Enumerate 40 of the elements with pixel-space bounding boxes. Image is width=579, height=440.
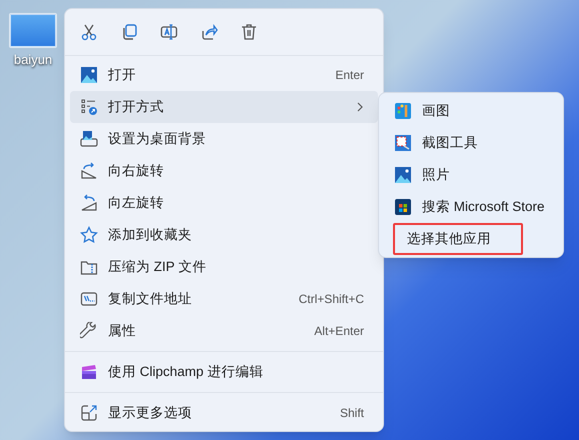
share-icon (200, 23, 218, 41)
menu-item[interactable]: 打开 Enter (70, 59, 378, 91)
submenu-item[interactable]: 搜索 Microsoft Store (384, 191, 558, 223)
menu-item[interactable]: 向右旋转 (70, 155, 378, 187)
submenu-item[interactable]: 截图工具 (384, 127, 558, 159)
menu-item[interactable]: 向左旋转 (70, 187, 378, 219)
rotate-left-icon (80, 194, 98, 212)
shortcut-text: Enter (335, 67, 364, 84)
expand-icon (80, 404, 98, 422)
submenu-item[interactable]: 照片 (384, 159, 558, 191)
submenu-item[interactable]: 选择其他应用 (393, 223, 523, 255)
picture-icon (80, 66, 98, 84)
palette-icon (394, 102, 412, 120)
wallpaper-icon (80, 130, 98, 148)
store-bag-icon (394, 198, 412, 216)
shortcut-text: Ctrl+Shift+C (298, 291, 364, 308)
menu-item[interactable]: 属性 Alt+Enter (70, 315, 378, 347)
snipping-icon (394, 134, 412, 152)
menu-item[interactable]: 显示更多选项 Shift (70, 397, 378, 429)
shortcut-text: Shift (340, 405, 364, 422)
menu-item[interactable]: 使用 Clipchamp 进行编辑 (70, 356, 378, 388)
scissors-icon (80, 23, 98, 41)
trash-icon (240, 23, 258, 41)
app-list-icon (80, 98, 98, 116)
menu-item[interactable]: 压缩为 ZIP 文件 (70, 251, 378, 283)
rotate-right-icon (80, 162, 98, 180)
menu-item[interactable]: 复制文件地址 Ctrl+Shift+C (70, 283, 378, 315)
clapperboard-icon (80, 363, 98, 381)
rename-icon (160, 23, 178, 41)
wrench-icon (80, 322, 98, 340)
submenu-item[interactable]: 画图 (384, 95, 558, 127)
shortcut-text: Alt+Enter (314, 323, 364, 340)
star-icon (80, 226, 98, 244)
chevron-right-icon (356, 102, 364, 112)
file-thumbnail[interactable] (10, 14, 56, 47)
menu-item[interactable]: 添加到收藏夹 (70, 219, 378, 251)
address-icon (80, 290, 98, 308)
picture-icon (394, 166, 412, 184)
menu-item[interactable]: 打开方式 (70, 91, 378, 123)
menu-item[interactable]: 设置为桌面背景 (70, 123, 378, 155)
